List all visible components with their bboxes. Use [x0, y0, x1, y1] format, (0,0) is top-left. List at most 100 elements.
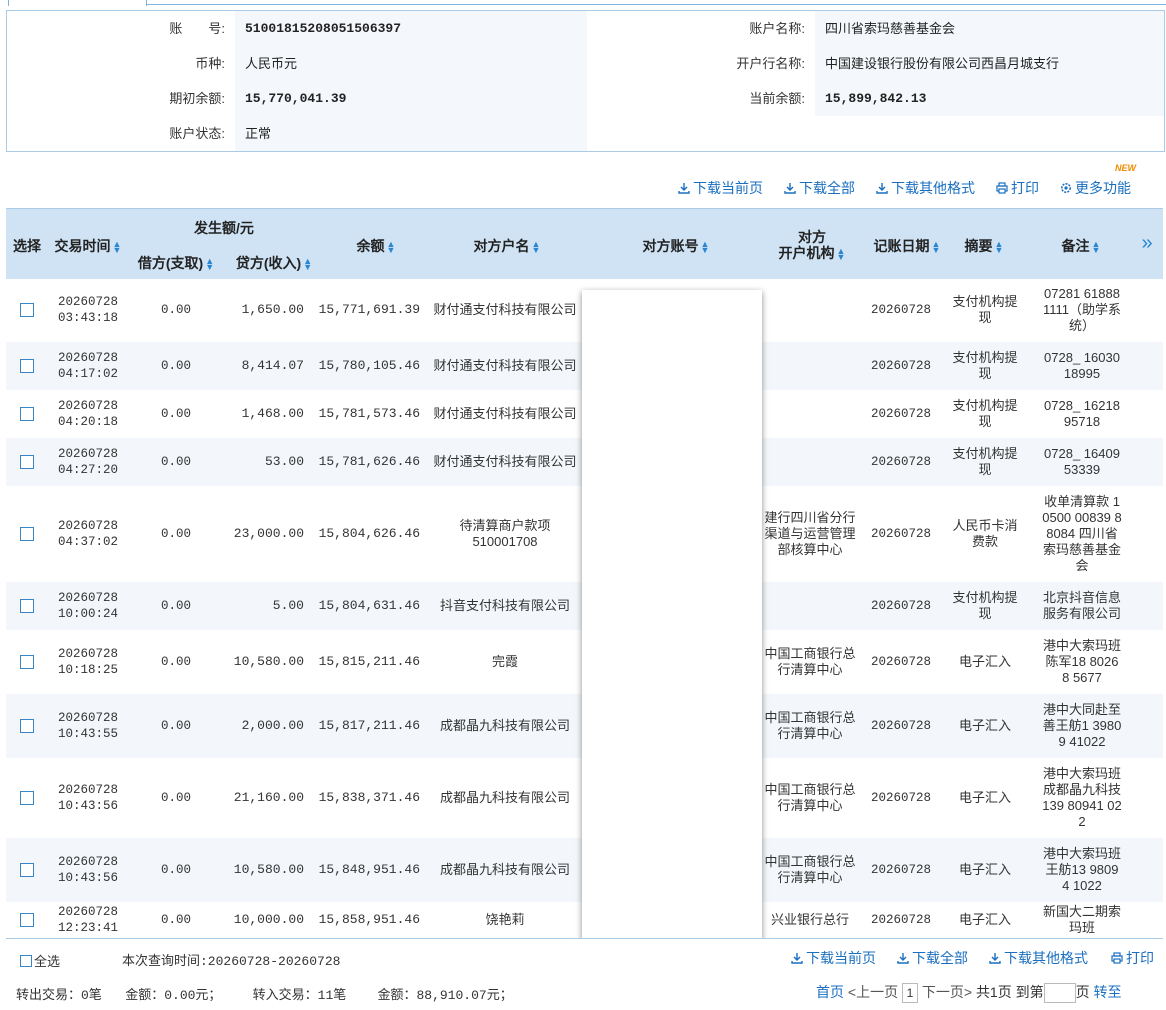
footer-download-other-button[interactable]: 下载其他格式	[989, 948, 1088, 968]
transaction-clock: 10:18:25	[57, 663, 118, 677]
row-checkbox[interactable]	[20, 303, 34, 317]
summary: 支付机构提现	[952, 398, 1018, 429]
counter-bank	[762, 390, 858, 438]
header-summary[interactable]: 摘要 ▲ ▼	[950, 236, 1018, 256]
summary: 支付机构提现	[952, 294, 1018, 325]
select-all-checkbox[interactable]	[20, 954, 32, 967]
printer-icon	[996, 182, 1008, 194]
transaction-clock: 04:37:02	[57, 535, 118, 549]
balance-amount: 15,815,211.46	[318, 654, 420, 669]
header-select: 选择	[13, 238, 41, 254]
balance-amount: 15,804,626.46	[318, 526, 420, 541]
book-date: 20260728	[870, 527, 931, 541]
header-time[interactable]: 交易时间 ▲ ▼	[50, 236, 126, 256]
row-checkbox[interactable]	[20, 863, 34, 877]
current-balance-value: 15,899,842.13	[825, 91, 927, 106]
page-unit-label: 页	[1075, 984, 1090, 1000]
currency-value: 人民币元	[245, 56, 298, 71]
transaction-time: 20260728 10:18:25	[50, 630, 126, 694]
header-book-date[interactable]: 记账日期 ▲ ▼	[868, 236, 946, 256]
download-page-button[interactable]: 下载当前页	[678, 178, 763, 198]
out-tx-amount: 金额：0.00元；	[125, 988, 222, 1003]
credit-amount: 10,580.00	[233, 654, 304, 669]
transaction-summary: 转出交易：0笔 金额：0.00元； 转入交易：11笔 金额：88,910.07元…	[16, 984, 513, 1003]
balance-amount: 15,858,951.46	[318, 912, 420, 927]
book-date: 20260728	[870, 599, 931, 613]
credit-amount: 53.00	[264, 454, 304, 469]
transaction-clock: 04:17:02	[57, 367, 118, 381]
row-checkbox[interactable]	[20, 913, 34, 927]
row-checkbox[interactable]	[20, 407, 34, 421]
transaction-time: 20260728 10:00:24	[50, 582, 126, 630]
row-checkbox[interactable]	[20, 359, 34, 373]
transaction-time: 20260728 10:43:55	[50, 694, 126, 758]
book-date: 20260728	[870, 719, 931, 733]
counterparty-name: 成都晶九科技有限公司	[439, 790, 570, 805]
header-debit[interactable]: 借方(支取) ▲ ▼	[128, 253, 224, 273]
footer-download-page-button[interactable]: 下载当前页	[791, 948, 876, 968]
header-remark[interactable]: 备注 ▲ ▼	[1046, 236, 1116, 256]
footer-print-button[interactable]: 打印	[1111, 948, 1154, 968]
transaction-time: 20260728 04:20:18	[50, 390, 126, 438]
row-checkbox[interactable]	[20, 599, 34, 613]
book-date: 20260728	[870, 407, 931, 421]
remark: 0728_ 16218 95718	[1044, 398, 1120, 429]
header-credit[interactable]: 贷方(收入) ▲ ▼	[226, 253, 322, 273]
prev-page-link[interactable]: <上一页	[848, 984, 898, 1000]
goto-page-input[interactable]	[1043, 983, 1076, 1004]
first-page-link[interactable]: 首页	[816, 984, 844, 1000]
current-page[interactable]: 1	[901, 983, 918, 1004]
summary: 电子汇入	[958, 790, 1011, 805]
gear-icon	[1061, 183, 1071, 193]
header-balance[interactable]: 余额 ▲ ▼	[326, 236, 426, 256]
footer-download-all-button[interactable]: 下载全部	[897, 948, 968, 968]
select-all-label: 全选	[34, 954, 61, 969]
row-select-cell	[6, 438, 48, 486]
transaction-date: 20260728	[57, 519, 118, 533]
counter-bank	[762, 438, 858, 486]
transaction-clock: 03:43:18	[57, 311, 118, 325]
print-label: 打印	[1011, 180, 1039, 196]
row-checkbox[interactable]	[20, 791, 34, 805]
info-row: 账 号: 51001815208051506397 账户名称: 四川省索玛慈善基…	[7, 11, 1164, 46]
go-button[interactable]: 转至	[1094, 984, 1122, 1000]
active-tab[interactable]	[8, 0, 147, 6]
remark: 0728_ 16409 53339	[1044, 446, 1120, 477]
header-counter-account[interactable]: 对方账号 ▲ ▼	[606, 236, 746, 256]
summary: 电子汇入	[958, 654, 1011, 669]
row-checkbox[interactable]	[20, 527, 34, 541]
status-label: 账户状态:	[169, 126, 225, 141]
expand-columns-icon[interactable]: »	[1132, 232, 1162, 255]
row-select-cell	[6, 758, 48, 838]
info-row: 币种: 人民币元 开户行名称: 中国建设银行股份有限公司西昌月城支行	[7, 46, 1164, 81]
bank-label: 开户行名称:	[736, 56, 805, 71]
row-checkbox[interactable]	[20, 719, 34, 733]
more-functions-label: 更多功能	[1075, 180, 1131, 196]
total-pages: 共1页	[975, 984, 1012, 1000]
debit-amount: 0.00	[160, 527, 191, 541]
summary: 电子汇入	[958, 862, 1011, 877]
print-button[interactable]: 打印	[996, 178, 1039, 198]
transaction-clock: 10:43:56	[57, 799, 118, 813]
transaction-clock: 12:23:41	[57, 921, 118, 935]
row-select-cell	[6, 902, 48, 938]
transaction-time: 20260728 04:27:20	[50, 438, 126, 486]
remark: 0728_ 16030 18995	[1044, 350, 1120, 381]
row-select-cell	[6, 582, 48, 630]
counterparty-name: 财付通支付科技有限公司	[433, 302, 577, 317]
next-page-link[interactable]: 下一页>	[922, 984, 972, 1000]
download-other-format-button[interactable]: 下载其他格式	[876, 178, 975, 198]
transaction-time: 20260728 04:37:02	[50, 486, 126, 582]
row-checkbox[interactable]	[20, 455, 34, 469]
select-all[interactable]: 全选	[20, 951, 60, 970]
transaction-date: 20260728	[57, 447, 118, 461]
sort-icon: ▲ ▼	[112, 239, 122, 256]
transaction-time: 20260728 03:43:18	[50, 278, 126, 342]
row-checkbox[interactable]	[20, 655, 34, 669]
header-counterparty[interactable]: 对方户名 ▲ ▼	[432, 236, 582, 256]
header-counter-bank[interactable]: 对方 开户机构 ▲ ▼	[762, 229, 862, 262]
remark: 北京抖音信息服务有限公司	[1042, 590, 1121, 621]
download-all-button[interactable]: 下载全部	[784, 178, 855, 198]
more-functions-button[interactable]: 更多功能	[1060, 178, 1131, 198]
counter-bank: 中国工商银行总行清算中心	[764, 710, 856, 741]
